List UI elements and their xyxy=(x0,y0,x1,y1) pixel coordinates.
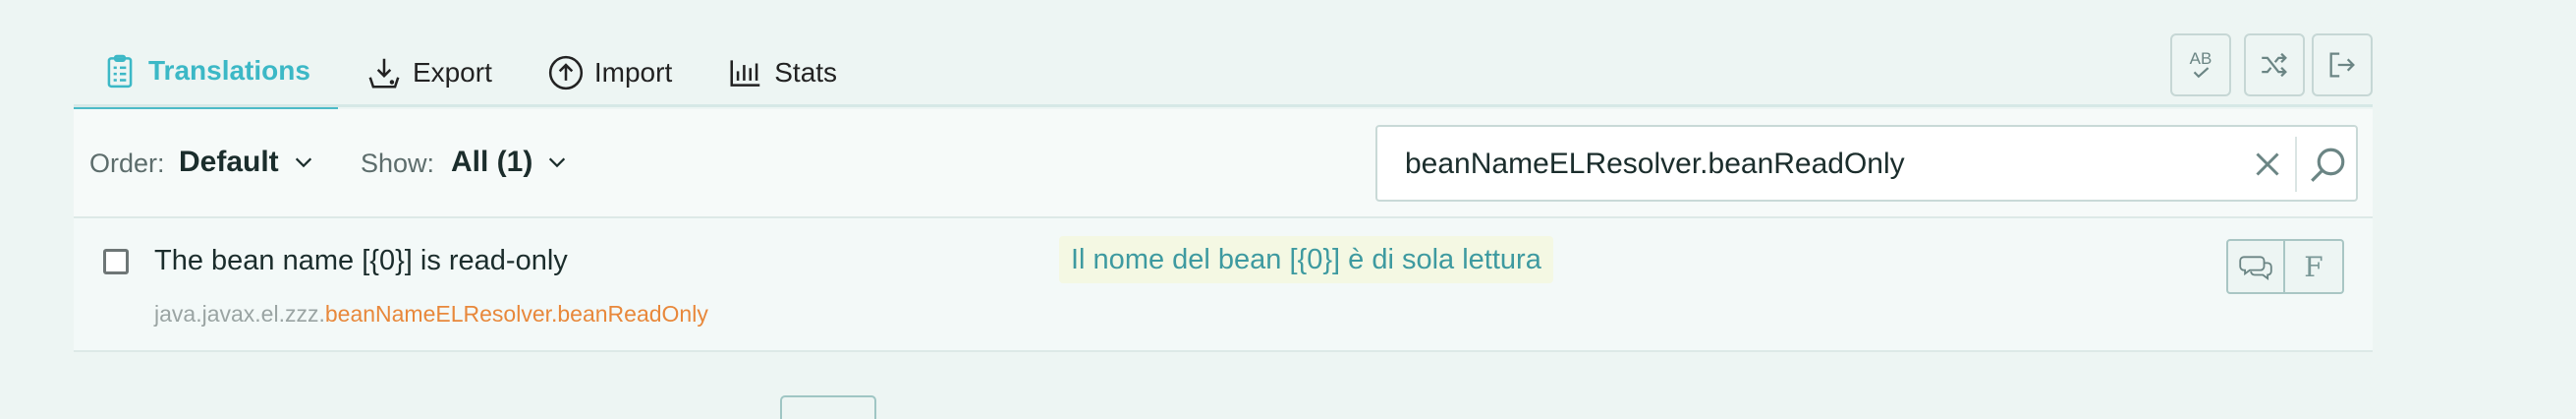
translation-text[interactable]: Il nome del bean [{0}] è di sola lettura xyxy=(1059,236,1553,283)
key-prefix: java.javax.el.zzz. xyxy=(154,301,325,327)
load-more-button[interactable] xyxy=(780,395,876,419)
spellcheck-label: AB xyxy=(2189,49,2212,68)
tab-export[interactable]: Export xyxy=(338,35,520,109)
tab-stats-label: Stats xyxy=(774,56,838,88)
key-name: beanNameELResolver.beanReadOnly xyxy=(324,301,708,327)
entry-row: The bean name [{0}] is read-only java.ja… xyxy=(74,218,2373,352)
shuffle-icon xyxy=(2258,48,2291,82)
order-dropdown[interactable]: Default xyxy=(179,146,314,179)
show-label: Show: xyxy=(361,149,435,178)
close-icon[interactable] xyxy=(2250,147,2285,182)
entry-checkbox[interactable] xyxy=(103,249,129,274)
flag-button[interactable]: F xyxy=(2285,239,2344,294)
tabs-divider xyxy=(74,104,2373,107)
tab-translations-label: Translations xyxy=(148,54,310,86)
bar-chart-icon xyxy=(727,54,764,91)
order-value: Default xyxy=(179,146,279,178)
circle-arrow-up-icon xyxy=(547,54,585,91)
sign-out-button[interactable] xyxy=(2312,33,2373,96)
comments-icon xyxy=(2239,252,2272,281)
shuffle-button[interactable] xyxy=(2244,33,2305,96)
sign-out-icon xyxy=(2325,48,2359,82)
tab-export-label: Export xyxy=(412,56,492,88)
search-icon[interactable] xyxy=(2307,145,2348,186)
chevron-down-icon xyxy=(293,151,314,173)
tab-import[interactable]: Import xyxy=(520,35,700,109)
clipboard-list-icon xyxy=(101,52,139,90)
spellcheck-icon: AB xyxy=(2188,50,2213,80)
download-tray-icon xyxy=(365,54,403,91)
tab-stats[interactable]: Stats xyxy=(700,35,865,109)
chevron-down-icon xyxy=(546,151,568,173)
comments-button[interactable] xyxy=(2226,239,2285,294)
search-input[interactable] xyxy=(1405,141,2250,188)
show-value: All (1) xyxy=(451,146,533,178)
tab-translations[interactable]: Translations xyxy=(74,35,338,109)
flag-glyph: F xyxy=(2304,250,2324,283)
tab-import-label: Import xyxy=(593,56,673,88)
main-tabs: Translations Export Import Stats xyxy=(74,35,865,109)
search-box xyxy=(1375,125,2358,202)
message-key: java.javax.el.zzz.beanNameELResolver.bea… xyxy=(154,301,708,328)
spellcheck-button[interactable]: AB xyxy=(2170,33,2231,96)
source-text: The bean name [{0}] is read-only xyxy=(154,245,568,276)
search-divider xyxy=(2295,137,2297,192)
entry-actions: F xyxy=(2226,239,2344,294)
order-label: Order: xyxy=(89,149,165,178)
show-dropdown[interactable]: All (1) xyxy=(451,146,568,179)
